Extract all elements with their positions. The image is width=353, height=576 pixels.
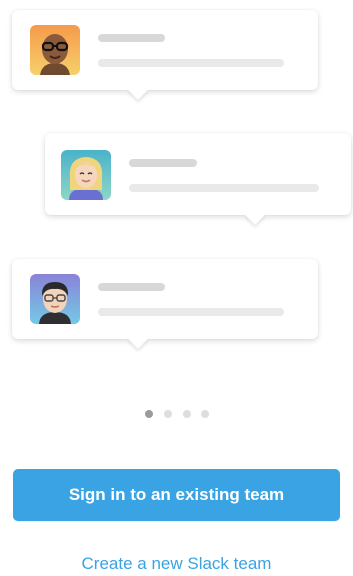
message-bubble-1 — [12, 10, 318, 90]
sign-in-button[interactable]: Sign in to an existing team — [13, 469, 340, 521]
page-dot-2[interactable] — [164, 410, 172, 418]
man-dark-hair-avatar-icon — [30, 274, 80, 324]
message-bubble-2 — [45, 133, 351, 215]
blonde-woman-avatar-icon — [61, 150, 111, 200]
page-dot-4[interactable] — [201, 410, 209, 418]
message-placeholder-text — [98, 59, 284, 67]
message-placeholder-name — [129, 159, 197, 167]
message-bubble-3 — [12, 259, 318, 339]
message-placeholder-name — [98, 283, 165, 291]
page-dot-1[interactable] — [145, 410, 153, 418]
man-with-glasses-avatar-icon — [30, 25, 80, 75]
message-placeholder-text — [129, 184, 319, 192]
message-placeholder-name — [98, 34, 165, 42]
message-placeholder-text — [98, 308, 284, 316]
create-team-link[interactable]: Create a new Slack team — [0, 552, 353, 576]
onboarding-screen: Sign in to an existing team Create a new… — [0, 0, 353, 576]
page-indicator — [0, 410, 353, 420]
page-dot-3[interactable] — [183, 410, 191, 418]
